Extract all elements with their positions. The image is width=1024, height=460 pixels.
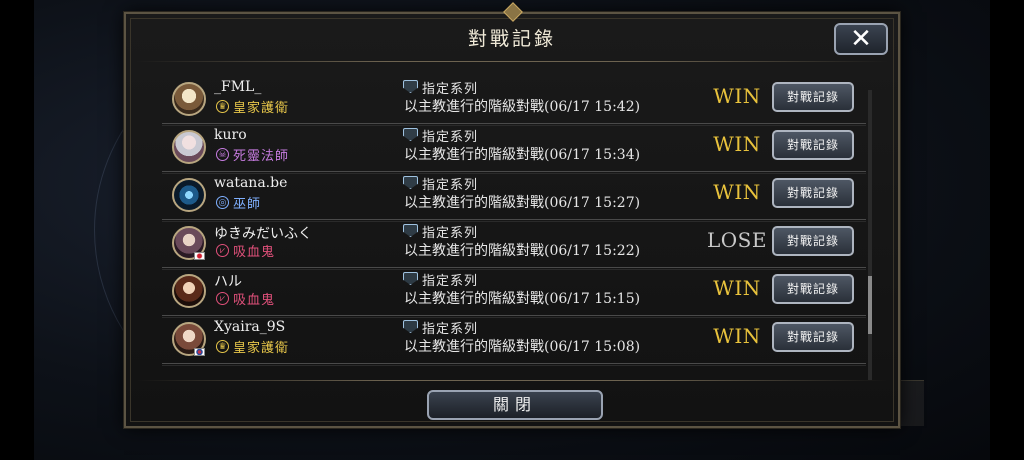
battle-record-list[interactable]: _FML_ ♛ 皇家護衛 指定系列 以主教進行的階級對戰(06/17 15:42… <box>162 76 866 376</box>
match-description: 以主教進行的階級對戰(06/17 15:27) <box>404 195 641 211</box>
fang-icon: ⩗ <box>216 244 229 257</box>
match-result: WIN <box>713 276 761 300</box>
player-name: kuro <box>214 127 247 143</box>
scrollbar[interactable] <box>868 90 872 380</box>
match-result: WIN <box>713 84 761 108</box>
shield-icon <box>403 320 418 333</box>
player-name: ハル <box>214 274 242 290</box>
sigil-icon: ◎ <box>216 196 229 209</box>
view-battle-record-button[interactable]: 對戰記錄 <box>772 178 854 208</box>
crown-icon: ♛ <box>216 100 229 113</box>
match-description: 以主教進行的階級對戰(06/17 15:15) <box>404 291 641 307</box>
battle-record-row: ハル ⩗ 吸血鬼 指定系列 以主教進行的階級對戰(06/17 15:15) WI… <box>162 268 866 318</box>
match-result: WIN <box>713 180 761 204</box>
battle-record-row: Xyaira_9S ♛ 皇家護衛 指定系列 以主教進行的階級對戰(06/17 1… <box>162 316 866 366</box>
player-name: watana.be <box>214 175 288 191</box>
player-name: Xyaira_9S <box>214 319 286 335</box>
shield-icon <box>403 128 418 141</box>
player-avatar <box>172 130 206 164</box>
format-label: 指定系列 <box>422 178 479 193</box>
shield-icon <box>403 176 418 189</box>
view-battle-record-button[interactable]: 對戰記錄 <box>772 322 854 352</box>
korea-flag-icon <box>194 348 205 356</box>
shield-icon <box>403 224 418 237</box>
battle-record-row: watana.be ◎ 巫師 指定系列 以主教進行的階級對戰(06/17 15:… <box>162 172 866 222</box>
shield-icon <box>403 80 418 93</box>
class-label: 吸血鬼 <box>233 293 276 308</box>
format-label: 指定系列 <box>422 226 479 241</box>
class-label: 皇家護衛 <box>233 101 290 116</box>
player-name: ゆきみだいふく <box>214 226 312 242</box>
match-description: 以主教進行的階級對戰(06/17 15:22) <box>404 243 641 259</box>
match-result: LOSE <box>707 228 767 252</box>
match-description: 以主教進行的階級對戰(06/17 15:34) <box>404 147 641 163</box>
view-battle-record-button[interactable]: 對戰記錄 <box>772 274 854 304</box>
view-battle-record-button[interactable]: 對戰記錄 <box>772 82 854 112</box>
battle-record-dialog: 對戰記錄 ✕ _FML_ ♛ 皇家護衛 指定系列 以主教進行的階級對戰(06/1… <box>124 2 900 428</box>
view-battle-record-button[interactable]: 對戰記錄 <box>772 130 854 160</box>
format-label: 指定系列 <box>422 322 479 337</box>
header-divider <box>136 61 888 62</box>
scroll-thumb[interactable] <box>868 275 872 334</box>
fang-icon: ⩗ <box>216 292 229 305</box>
dialog-title: 對戰記錄 <box>467 28 556 50</box>
match-description: 以主教進行的階級對戰(06/17 15:08) <box>404 339 641 355</box>
skull-icon: ☠ <box>216 148 229 161</box>
footer-divider <box>136 380 888 381</box>
match-result: WIN <box>713 132 761 156</box>
battle-record-row: _FML_ ♛ 皇家護衛 指定系列 以主教進行的階級對戰(06/17 15:42… <box>162 76 866 126</box>
shield-icon <box>403 272 418 285</box>
close-icon: ✕ <box>850 24 872 54</box>
player-name: _FML_ <box>214 79 262 95</box>
class-label: 皇家護衛 <box>233 341 290 356</box>
crown-icon: ♛ <box>216 340 229 353</box>
battle-record-row: kuro ☠ 死靈法師 指定系列 以主教進行的階級對戰(06/17 15:34)… <box>162 124 866 174</box>
match-description: 以主教進行的階級對戰(06/17 15:42) <box>404 99 641 115</box>
close-x-button[interactable]: ✕ <box>834 23 888 55</box>
class-label: 死靈法師 <box>233 149 290 164</box>
class-label: 吸血鬼 <box>233 245 276 260</box>
class-label: 巫師 <box>233 197 262 212</box>
format-label: 指定系列 <box>422 82 479 97</box>
close-button[interactable]: 關閉 <box>427 390 603 420</box>
format-label: 指定系列 <box>422 130 479 145</box>
player-avatar <box>172 274 206 308</box>
format-label: 指定系列 <box>422 274 479 289</box>
player-avatar <box>172 82 206 116</box>
view-battle-record-button[interactable]: 對戰記錄 <box>772 226 854 256</box>
battle-record-row: ゆきみだいふく ⩗ 吸血鬼 指定系列 以主教進行的階級對戰(06/17 15:2… <box>162 220 866 270</box>
japan-flag-icon <box>194 252 205 260</box>
match-result: WIN <box>713 324 761 348</box>
player-avatar <box>172 178 206 212</box>
